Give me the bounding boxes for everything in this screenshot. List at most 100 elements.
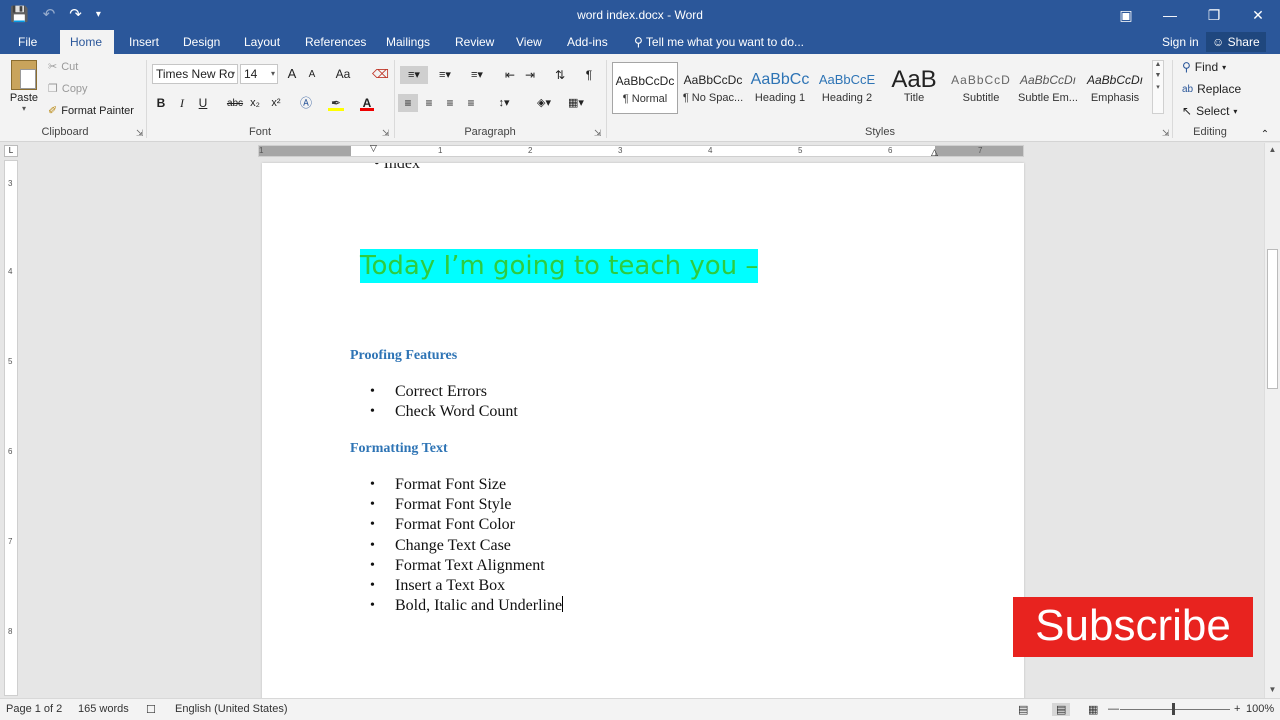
shading-icon[interactable]: ◈▾ bbox=[530, 94, 558, 112]
copy-button[interactable]: ❐ Copy bbox=[48, 82, 88, 96]
format-painter-button[interactable]: ✐ Format Painter bbox=[48, 104, 134, 118]
strikethrough-button[interactable]: abc bbox=[226, 95, 244, 113]
multilevel-list-icon[interactable]: ≡▾ bbox=[464, 66, 490, 84]
web-layout-icon[interactable]: ▦ bbox=[1088, 703, 1098, 716]
vertical-scrollbar[interactable]: ▲ ▼ bbox=[1264, 143, 1280, 698]
grow-font-button[interactable]: A bbox=[285, 65, 299, 83]
font-launcher-icon[interactable]: ⇲ bbox=[382, 128, 390, 139]
copy-icon: ❐ bbox=[48, 83, 58, 95]
collapse-ribbon-icon[interactable]: ⌃ bbox=[1258, 126, 1272, 144]
chevron-down-icon[interactable]: ▼ bbox=[1153, 72, 1163, 79]
horizontal-ruler[interactable]: 1 1 2 3 4 5 6 7 ▽ △ bbox=[258, 143, 1024, 158]
clear-formatting-icon[interactable]: ⌫ bbox=[372, 65, 389, 83]
text-effects-icon[interactable]: Ⓐ bbox=[298, 94, 314, 112]
subscript-button[interactable]: x₂ bbox=[248, 94, 262, 112]
underline-button[interactable]: U bbox=[197, 94, 209, 112]
select-label: Select bbox=[1196, 104, 1230, 118]
decrease-indent-icon[interactable]: ⇤ bbox=[502, 66, 518, 84]
clipboard-launcher-icon[interactable]: ⇲ bbox=[136, 128, 144, 139]
style-heading-2[interactable]: AaBbCcE Heading 2 bbox=[814, 62, 880, 114]
align-center-icon[interactable]: ≡ bbox=[420, 94, 438, 112]
word-count[interactable]: 165 words bbox=[78, 703, 129, 715]
scroll-down-icon[interactable]: ▼ bbox=[1265, 683, 1280, 697]
shrink-font-button[interactable]: A bbox=[306, 66, 318, 84]
style-title[interactable]: AaB Title bbox=[881, 62, 947, 114]
tab-review[interactable]: Review bbox=[445, 30, 504, 54]
tab-design[interactable]: Design bbox=[173, 30, 230, 54]
justify-icon[interactable]: ≡ bbox=[462, 94, 480, 112]
tab-references[interactable]: References bbox=[295, 30, 376, 54]
tab-mailings[interactable]: Mailings bbox=[376, 30, 440, 54]
tell-me-search[interactable]: ⚲ Tell me what you want to do... bbox=[634, 30, 804, 54]
align-left-icon[interactable]: ≡ bbox=[398, 94, 418, 112]
cut-button[interactable]: ✂ Cut bbox=[48, 60, 78, 74]
line-spacing-icon[interactable]: ↕▾ bbox=[490, 94, 518, 112]
change-case-button[interactable]: Aa bbox=[332, 65, 354, 83]
font-family-select[interactable]: Times New Ro ▾ bbox=[152, 64, 238, 84]
style-name: Title bbox=[903, 92, 925, 104]
zoom-level[interactable]: 100% bbox=[1246, 703, 1274, 715]
styles-launcher-icon[interactable]: ⇲ bbox=[1162, 128, 1170, 139]
style-subtitle[interactable]: AaBbCcD Subtitle bbox=[948, 62, 1014, 114]
ribbon-display-icon[interactable]: ▣ bbox=[1104, 0, 1148, 30]
bullets-icon[interactable]: ≡▾ bbox=[400, 66, 428, 84]
zoom-out-icon[interactable]: — bbox=[1108, 703, 1119, 715]
zoom-in-icon[interactable]: + bbox=[1234, 703, 1240, 715]
replace-button[interactable]: ab Replace bbox=[1182, 82, 1241, 96]
zoom-slider[interactable] bbox=[1120, 709, 1230, 710]
tab-view[interactable]: View bbox=[506, 30, 552, 54]
style-no-spacing[interactable]: AaBbCcDc ¶ No Spac... bbox=[680, 62, 746, 114]
italic-button[interactable]: I bbox=[176, 94, 188, 112]
tab-insert[interactable]: Insert bbox=[119, 30, 169, 54]
font-color-icon[interactable]: A bbox=[360, 94, 374, 111]
print-layout-icon[interactable]: ▤ bbox=[1052, 703, 1071, 716]
proofing-icon[interactable]: ☐ bbox=[146, 703, 156, 716]
chevron-up-icon[interactable]: ▲ bbox=[1153, 61, 1163, 68]
window-title: word index.docx - Word bbox=[577, 8, 703, 22]
paste-button[interactable]: Paste ▾ bbox=[8, 60, 40, 113]
find-button[interactable]: ⚲ Find ▾ bbox=[1182, 60, 1226, 74]
zoom-slider-thumb[interactable] bbox=[1172, 703, 1175, 715]
tab-layout[interactable]: Layout bbox=[234, 30, 290, 54]
increase-indent-icon[interactable]: ⇥ bbox=[522, 66, 538, 84]
styles-gallery-scroll[interactable]: ▲ ▼ ▾ bbox=[1152, 60, 1164, 114]
close-icon[interactable]: ✕ bbox=[1236, 0, 1280, 30]
styles-group-label: Styles bbox=[865, 126, 895, 138]
indent-marker-icon[interactable]: ▽ bbox=[370, 143, 377, 154]
sign-in-link[interactable]: Sign in bbox=[1162, 30, 1199, 54]
align-right-icon[interactable]: ≡ bbox=[441, 94, 459, 112]
sort-icon[interactable]: ⇅ bbox=[552, 66, 568, 84]
superscript-button[interactable]: x² bbox=[269, 94, 283, 112]
borders-icon[interactable]: ▦▾ bbox=[562, 94, 590, 112]
vertical-ruler[interactable]: 3 4 5 6 7 8 bbox=[4, 160, 18, 696]
language-indicator[interactable]: English (United States) bbox=[175, 703, 288, 715]
tab-home[interactable]: Home bbox=[60, 30, 114, 54]
numbering-icon[interactable]: ≡▾ bbox=[432, 66, 458, 84]
style-subtle-emphasis[interactable]: AaBbCcDı Subtle Em... bbox=[1015, 62, 1081, 114]
replace-icon: ab bbox=[1182, 83, 1194, 95]
highlight-icon[interactable]: ✒ bbox=[328, 94, 344, 111]
tab-file[interactable]: File bbox=[8, 30, 47, 54]
document-page[interactable]: • Index Today I’m going to teach you – P… bbox=[262, 163, 1024, 703]
style-heading-1[interactable]: AaBbCc Heading 1 bbox=[747, 62, 813, 114]
style-normal[interactable]: AaBbCcDc ¶ Normal bbox=[612, 62, 678, 114]
minimize-icon[interactable]: — bbox=[1148, 0, 1192, 30]
pilcrow-icon[interactable]: ¶ bbox=[582, 66, 596, 84]
tab-selector[interactable]: L bbox=[4, 145, 18, 157]
share-button[interactable]: ☺ Share bbox=[1206, 32, 1266, 52]
paragraph-launcher-icon[interactable]: ⇲ bbox=[594, 128, 602, 139]
scroll-up-icon[interactable]: ▲ bbox=[1265, 143, 1280, 157]
tab-add-ins[interactable]: Add-ins bbox=[557, 30, 618, 54]
read-mode-icon[interactable]: ▤ bbox=[1018, 703, 1028, 716]
right-indent-marker-icon[interactable]: △ bbox=[931, 147, 938, 158]
page-count[interactable]: Page 1 of 2 bbox=[6, 703, 62, 715]
document-fragment-top: • Index bbox=[374, 163, 421, 172]
font-size-select[interactable]: 14 ▾ bbox=[240, 64, 278, 84]
style-emphasis[interactable]: AaBbCcDı Emphasis bbox=[1082, 62, 1148, 114]
bold-button[interactable]: B bbox=[155, 94, 167, 112]
restore-icon[interactable]: ❐ bbox=[1192, 0, 1236, 30]
scrollbar-thumb[interactable] bbox=[1267, 249, 1278, 389]
ribbon: Paste ▾ ✂ Cut ❐ Copy ✐ Format Painter Cl… bbox=[0, 54, 1280, 142]
more-icon[interactable]: ▾ bbox=[1153, 83, 1163, 91]
select-button[interactable]: ↖ Select ▾ bbox=[1182, 104, 1237, 118]
